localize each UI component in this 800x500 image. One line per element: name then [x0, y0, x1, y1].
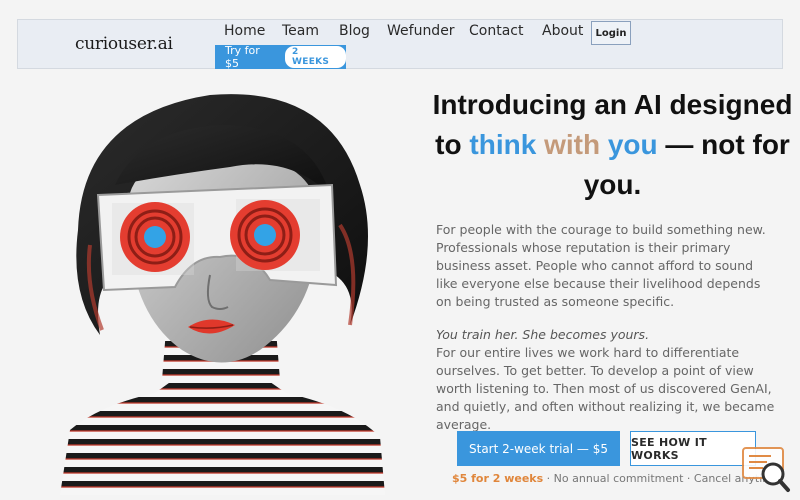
headline-line-1: Introducing an AI designed	[432, 89, 793, 120]
search-chat-icon[interactable]	[741, 446, 791, 494]
try-trial-button[interactable]: Try for $5 2 WEEKS	[215, 44, 346, 70]
start-trial-button[interactable]: Start 2-week trial — $5	[457, 431, 620, 466]
trial-duration-badge: 2 WEEKS	[285, 46, 346, 68]
hero-intro-paragraph: For people with the courage to build som…	[436, 222, 766, 309]
login-button[interactable]: Login	[591, 21, 631, 45]
try-trial-label: Try for $5	[225, 44, 260, 70]
headline-to: to	[435, 129, 462, 160]
hero-story-lead: You train her. She becomes yours.	[436, 327, 650, 342]
nav-wefunder[interactable]: Wefunder	[387, 23, 455, 39]
hero-story-paragraph: You train her. She becomes yours. For ou…	[436, 326, 776, 434]
site-logo[interactable]: curiouser.ai	[75, 34, 173, 54]
nav-home[interactable]: Home	[224, 23, 265, 39]
hero-headline: Introducing an AI designed to think with…	[425, 85, 800, 205]
promo-note: $5 for 2 weeks · No annual commitment · …	[452, 472, 780, 485]
nav-blog[interactable]: Blog	[339, 23, 370, 39]
site-header: curiouser.ai Home Team Blog Wefunder Con…	[17, 19, 783, 70]
see-how-it-works-button[interactable]: SEE HOW IT WORKS	[630, 431, 756, 466]
hero-story-body: For our entire lives we work hard to dif…	[436, 345, 775, 432]
promo-price: $5 for 2 weeks	[452, 472, 544, 485]
headline-think: think	[469, 129, 537, 160]
nav-team[interactable]: Team	[282, 23, 319, 39]
headline-you: you	[607, 129, 658, 160]
nav-about[interactable]: About	[542, 23, 583, 39]
nav-contact[interactable]: Contact	[469, 23, 523, 39]
hero-portrait-illustration	[60, 94, 385, 495]
headline-with: with	[544, 129, 601, 160]
